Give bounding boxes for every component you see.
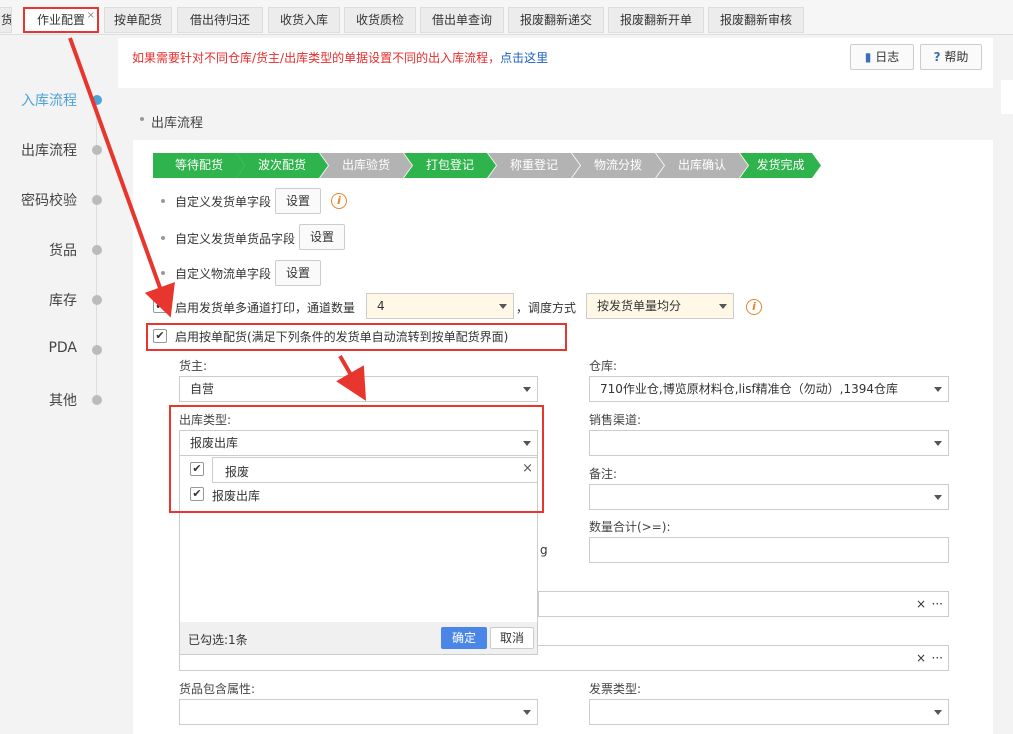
custom-order-fields-label: 自定义发货单字段 bbox=[175, 195, 272, 209]
sales-channel-select[interactable] bbox=[589, 430, 949, 456]
selected-count: 已勾选:1条 bbox=[188, 633, 248, 647]
top-indicator bbox=[589, 0, 601, 4]
annotation-box bbox=[169, 405, 544, 513]
hidden-field-1[interactable]: × ··· bbox=[538, 591, 949, 617]
step-wave-picking[interactable]: 波次配货 bbox=[236, 153, 328, 178]
sidebar-item-inbound[interactable]: 入库流程 bbox=[0, 90, 108, 110]
chevron-down-icon bbox=[934, 441, 942, 446]
sidebar-item-goods[interactable]: 货品 bbox=[0, 240, 108, 260]
quantity-total-label: 数量合计(>=): bbox=[589, 520, 671, 534]
step-weigh-register[interactable]: 称重登记 bbox=[488, 153, 580, 178]
info-icon[interactable]: i bbox=[331, 193, 347, 209]
chevron-down-icon bbox=[523, 387, 531, 392]
book-icon: ▮ bbox=[864, 50, 872, 64]
click-here-link[interactable]: 点击这里 bbox=[500, 51, 548, 65]
warehouse-label: 仓库: bbox=[589, 359, 618, 373]
section-title: 出库流程 bbox=[151, 116, 204, 131]
clear-icon[interactable]: × bbox=[916, 592, 926, 616]
quantity-total-input[interactable] bbox=[589, 537, 949, 563]
notice-text: 如果需要针对不同仓库/货主/出库类型的单据设置不同的出入库流程，点击这里 bbox=[132, 51, 549, 65]
warehouse-select[interactable]: 710作业仓,博览原材料仓,lisf精准仓（勿动）,1394仓库 bbox=[589, 376, 949, 402]
chevron-down-icon bbox=[719, 304, 727, 309]
timeline-dot bbox=[92, 95, 102, 105]
invoice-type-select[interactable] bbox=[589, 699, 949, 725]
cancel-button[interactable]: 取消 bbox=[490, 627, 534, 649]
bullet bbox=[161, 236, 165, 240]
timeline-dot bbox=[92, 295, 102, 305]
set-logistics-fields-button[interactable]: 设置 bbox=[275, 260, 321, 286]
annotation-box bbox=[146, 323, 567, 351]
step-outbound-inspect[interactable]: 出库验货 bbox=[320, 153, 412, 178]
more-icon[interactable]: ··· bbox=[932, 646, 943, 670]
set-goods-fields-button[interactable]: 设置 bbox=[299, 224, 345, 250]
timeline-dot bbox=[92, 195, 102, 205]
bullet bbox=[140, 117, 144, 121]
clear-icon[interactable]: × bbox=[916, 646, 926, 670]
tab-job-config[interactable]: 作业配置 × bbox=[23, 7, 99, 33]
sales-channel-label: 销售渠道: bbox=[589, 413, 642, 427]
tab-receive-inbound[interactable]: 收货入库 bbox=[268, 7, 340, 33]
dispatch-mode-label: ，调度方式 bbox=[516, 301, 577, 315]
sidebar-item-pda[interactable]: PDA bbox=[0, 340, 108, 360]
step-logistics-sort[interactable]: 物流分拨 bbox=[572, 153, 664, 178]
sidebar-item-other[interactable]: 其他 bbox=[0, 390, 108, 410]
set-order-fields-button[interactable]: 设置 bbox=[275, 188, 321, 214]
owner-label: 货主: bbox=[179, 359, 208, 373]
step-wait-picking[interactable]: 等待配货 bbox=[153, 153, 245, 178]
chevron-down-icon bbox=[934, 387, 942, 392]
tab-scrap-create[interactable]: 报废翻新开单 bbox=[608, 7, 704, 33]
more-icon[interactable]: ··· bbox=[932, 592, 943, 616]
custom-goods-fields-label: 自定义发货单货品字段 bbox=[175, 232, 296, 246]
timeline-dot bbox=[92, 145, 102, 155]
scroll-edge bbox=[1001, 80, 1013, 114]
sidebar-item-password[interactable]: 密码校验 bbox=[0, 190, 108, 210]
goods-attr-label: 货品包含属性: bbox=[179, 682, 256, 696]
partial-text: g bbox=[540, 543, 548, 557]
close-icon[interactable]: × bbox=[87, 9, 95, 27]
multi-channel-checkbox[interactable]: ✔ bbox=[153, 299, 167, 313]
step-outbound-confirm[interactable]: 出库确认 bbox=[656, 153, 748, 178]
tab-scrap-review[interactable]: 报废翻新审核 bbox=[708, 7, 804, 33]
timeline-dot bbox=[92, 345, 102, 355]
remark-select[interactable] bbox=[589, 484, 949, 510]
dropdown-footer: 已勾选:1条 确定 取消 bbox=[180, 622, 537, 654]
log-button[interactable]: ▮ 日志 bbox=[850, 44, 914, 70]
tab-partial[interactable]: 货 bbox=[0, 7, 12, 33]
question-icon: ? bbox=[933, 50, 941, 64]
channel-count-select[interactable]: 4 bbox=[366, 293, 514, 319]
chevron-down-icon bbox=[499, 304, 507, 309]
timeline-dot bbox=[92, 395, 102, 405]
custom-logistics-fields-label: 自定义物流单字段 bbox=[175, 267, 272, 281]
tab-scrap-submit[interactable]: 报废翻新递交 bbox=[508, 7, 604, 33]
tab-receive-qc[interactable]: 收货质检 bbox=[344, 7, 416, 33]
info-icon[interactable]: i bbox=[746, 299, 762, 315]
goods-attr-select[interactable] bbox=[179, 699, 538, 725]
tab-order-picking[interactable]: 按单配货 bbox=[104, 7, 172, 33]
bullet bbox=[161, 271, 165, 275]
sidebar: 入库流程 出库流程 密码校验 货品 库存 PDA 其他 bbox=[0, 70, 108, 734]
bullet bbox=[161, 199, 165, 203]
tab-bar: 货 作业配置 × 按单配货 借出待归还 收货入库 收货质检 借出单查询 报废翻新递… bbox=[0, 0, 1013, 35]
chevron-down-icon bbox=[934, 495, 942, 500]
hidden-field-2[interactable]: × ··· bbox=[538, 645, 949, 671]
owner-select[interactable]: 自营 bbox=[179, 376, 538, 402]
tab-lend-return[interactable]: 借出待归还 bbox=[177, 7, 263, 33]
step-pack-register[interactable]: 打包登记 bbox=[404, 153, 496, 178]
tab-lend-query[interactable]: 借出单查询 bbox=[420, 7, 504, 33]
help-button[interactable]: ? 帮助 bbox=[920, 44, 982, 70]
chevron-down-icon bbox=[523, 710, 531, 715]
sidebar-item-stock[interactable]: 库存 bbox=[0, 290, 108, 310]
sidebar-item-outbound[interactable]: 出库流程 bbox=[0, 140, 108, 160]
chevron-down-icon bbox=[934, 710, 942, 715]
timeline-dot bbox=[92, 245, 102, 255]
step-ship-complete[interactable]: 发货完成 bbox=[740, 153, 821, 178]
dispatch-mode-select[interactable]: 按发货单量均分 bbox=[586, 293, 734, 319]
multi-channel-label: 启用发货单多通道打印，通道数量 bbox=[175, 301, 356, 315]
notice-panel: 如果需要针对不同仓库/货主/出库类型的单据设置不同的出入库流程，点击这里 ▮ 日… bbox=[118, 38, 993, 88]
remark-label: 备注: bbox=[589, 467, 618, 481]
invoice-type-label: 发票类型: bbox=[589, 682, 642, 696]
confirm-button[interactable]: 确定 bbox=[441, 627, 487, 649]
